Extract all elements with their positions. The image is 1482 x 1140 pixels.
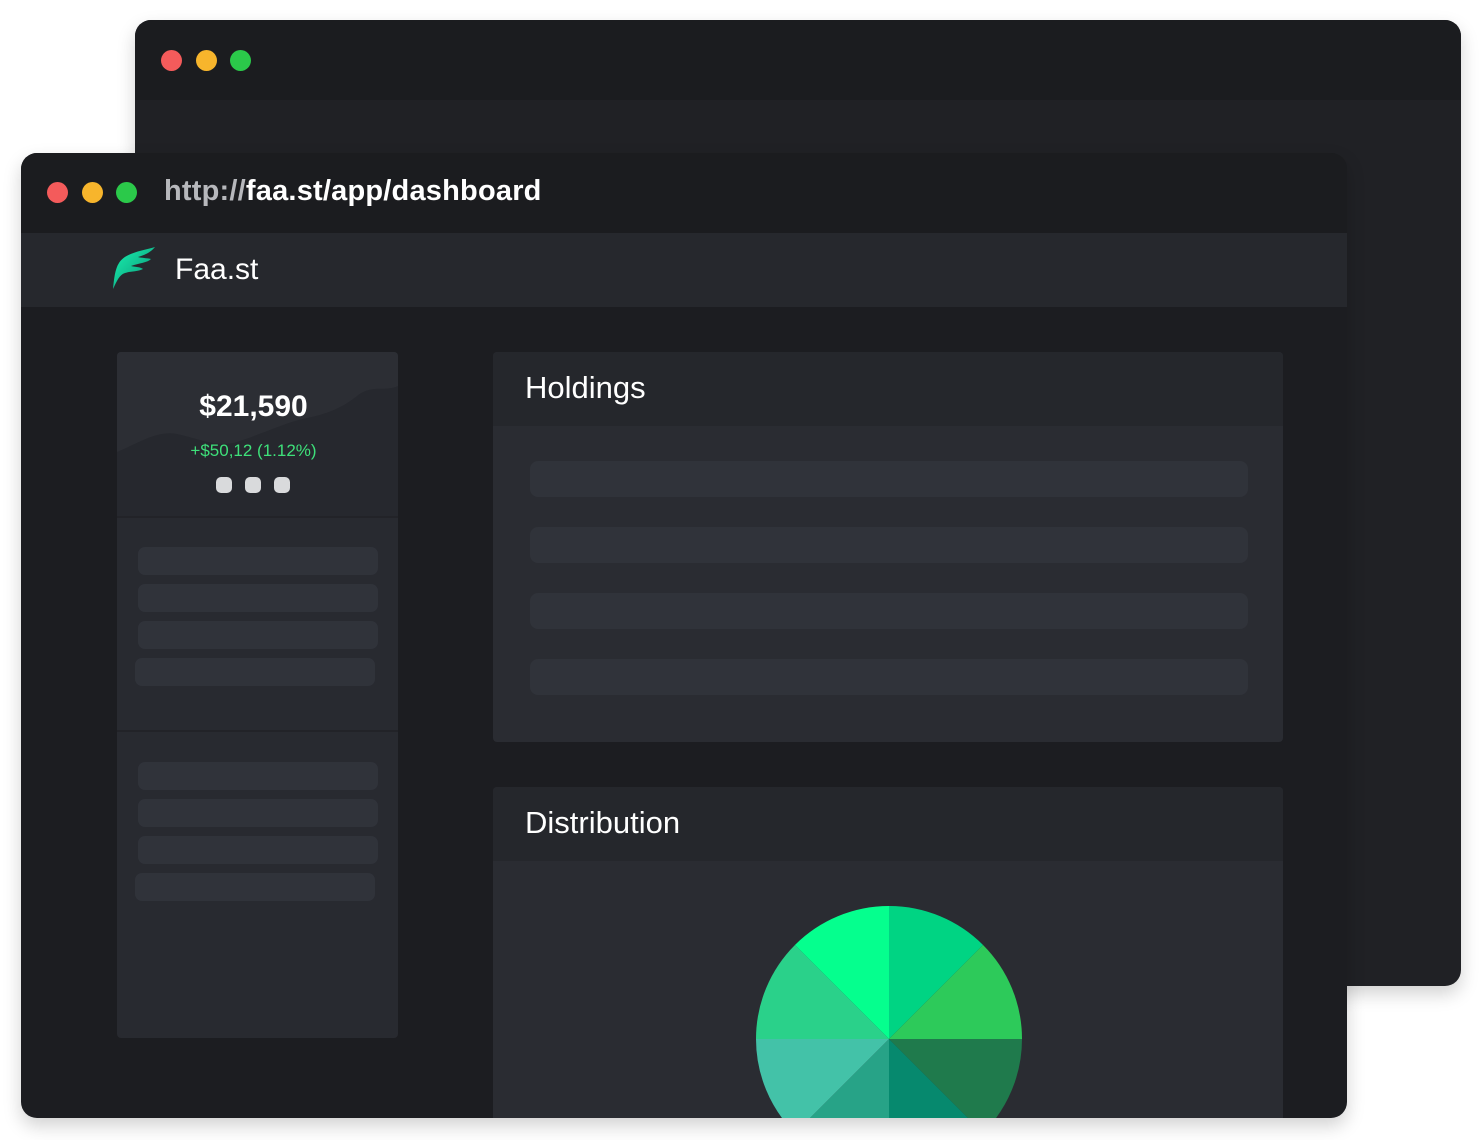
minimize-window-dot[interactable] [82,182,103,203]
feather-leaf-icon [113,247,155,289]
holdings-header: Holdings [493,352,1283,426]
card-divider [117,516,398,518]
distribution-pie-chart [756,906,1022,1118]
list-item-placeholder [138,547,378,575]
distribution-panel: Distribution [493,787,1283,1118]
list-item-placeholder [135,873,375,901]
browser-titlebar: http://faa.st/app/dashboard [21,153,1347,233]
pager-dot-3[interactable] [274,477,290,493]
browser-window: http://faa.st/app/dashboard Faa.st $21,5… [21,153,1347,1118]
holding-row-placeholder[interactable] [530,593,1248,629]
balance-panel: $21,590 +$50,12 (1.12%) [117,352,398,516]
app-header: Faa.st [21,233,1347,307]
list-item-placeholder [138,799,378,827]
list-item-placeholder [138,584,378,612]
holding-row-placeholder[interactable] [530,659,1248,695]
list-item-placeholder [135,658,375,686]
url-protocol: http:// [164,175,246,207]
pager-dot-1[interactable] [216,477,232,493]
background-window-titlebar [135,20,1461,100]
balance-change: +$50,12 (1.12%) [190,441,317,460]
list-item-placeholder [138,621,378,649]
list-item-placeholder [138,762,378,790]
distribution-header: Distribution [493,787,1283,861]
balance-value: $21,590 [199,390,308,423]
maximize-window-dot[interactable] [230,50,251,71]
brand-name[interactable]: Faa.st [175,253,258,287]
holdings-panel: Holdings [493,352,1283,742]
url-path: faa.st/app/dashboard [245,175,542,207]
maximize-window-dot[interactable] [116,182,137,203]
card-divider [117,730,398,732]
holding-row-placeholder[interactable] [530,461,1248,497]
close-window-dot[interactable] [47,182,68,203]
holdings-title: Holdings [525,370,646,405]
distribution-title: Distribution [525,805,681,840]
minimize-window-dot[interactable] [196,50,217,71]
pager-dot-2[interactable] [245,477,261,493]
holding-row-placeholder[interactable] [530,527,1248,563]
list-item-placeholder [138,836,378,864]
close-window-dot[interactable] [161,50,182,71]
portfolio-summary-card: $21,590 +$50,12 (1.12%) [117,352,398,1038]
balance-pager [216,477,303,493]
address-bar[interactable]: http://faa.st/app/dashboard [164,175,542,208]
